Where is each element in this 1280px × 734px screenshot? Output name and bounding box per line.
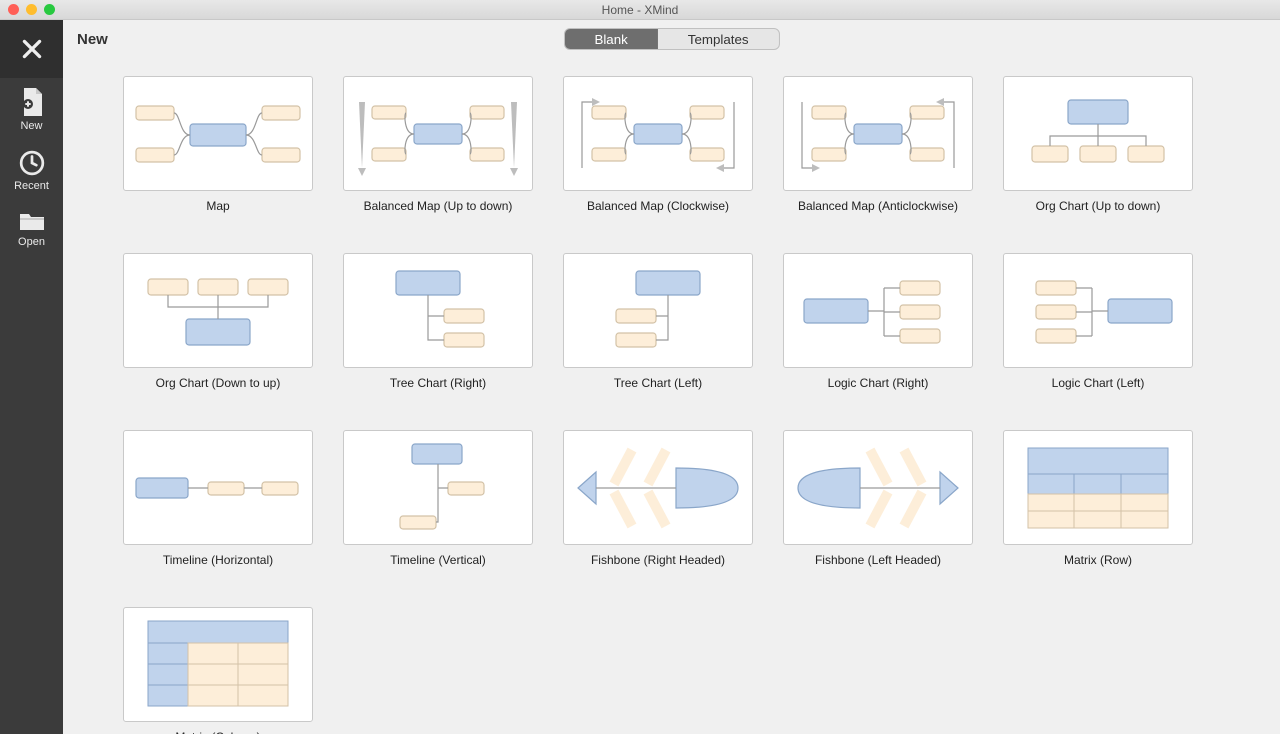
template-thumb [1003, 430, 1193, 545]
template-fish-left[interactable]: Fishbone (Left Headed) [783, 430, 973, 567]
template-thumb [783, 253, 973, 368]
template-thumb [343, 430, 533, 545]
template-matrix-col[interactable]: Matrix (Column) [123, 607, 313, 734]
template-label: Fishbone (Right Headed) [563, 553, 753, 567]
template-tree-right[interactable]: Tree Chart (Right) [343, 253, 533, 390]
template-balanced-ud[interactable]: Balanced Map (Up to down) [343, 76, 533, 213]
sidebar-item-label: Open [18, 236, 45, 248]
titlebar: Home - XMind [0, 0, 1280, 20]
template-label: Matrix (Row) [1003, 553, 1193, 567]
template-label: Balanced Map (Anticlockwise) [783, 199, 973, 213]
sidebar-item-open[interactable]: Open [0, 200, 63, 256]
template-thumb [123, 76, 313, 191]
window-title: Home - XMind [0, 3, 1280, 17]
template-tree-left[interactable]: Tree Chart (Left) [563, 253, 753, 390]
close-button[interactable] [0, 20, 63, 78]
sidebar: New Recent Open [0, 20, 63, 734]
template-thumb [1003, 76, 1193, 191]
template-label: Logic Chart (Left) [1003, 376, 1193, 390]
template-thumb [783, 76, 973, 191]
template-thumb [343, 76, 533, 191]
new-file-icon [19, 88, 45, 116]
template-gallery-scroll[interactable]: Map [63, 58, 1280, 734]
template-balanced-cw[interactable]: Balanced Map (Clockwise) [563, 76, 753, 213]
view-switcher: Blank Templates [563, 28, 779, 50]
template-timeline-h[interactable]: Timeline (Horizontal) [123, 430, 313, 567]
sidebar-item-label: New [20, 120, 42, 132]
template-label: Matrix (Column) [123, 730, 313, 734]
template-label: Fishbone (Left Headed) [783, 553, 973, 567]
template-label: Map [123, 199, 313, 213]
template-thumb [1003, 253, 1193, 368]
template-thumb [563, 430, 753, 545]
sidebar-item-label: Recent [14, 180, 49, 192]
template-map[interactable]: Map [123, 76, 313, 213]
template-label: Logic Chart (Right) [783, 376, 973, 390]
sidebar-item-new[interactable]: New [0, 78, 63, 140]
template-label: Org Chart (Down to up) [123, 376, 313, 390]
template-thumb [783, 430, 973, 545]
template-balanced-acw[interactable]: Balanced Map (Anticlockwise) [783, 76, 973, 213]
template-org-ud[interactable]: Org Chart (Up to down) [1003, 76, 1193, 213]
template-logic-left[interactable]: Logic Chart (Left) [1003, 253, 1193, 390]
clock-icon [19, 150, 45, 176]
sidebar-item-recent[interactable]: Recent [0, 140, 63, 200]
template-matrix-row[interactable]: Matrix (Row) [1003, 430, 1193, 567]
template-label: Timeline (Horizontal) [123, 553, 313, 567]
topbar: New Blank Templates [63, 20, 1280, 58]
tab-blank[interactable]: Blank [564, 29, 657, 49]
template-timeline-v[interactable]: Timeline (Vertical) [343, 430, 533, 567]
page-heading: New [77, 31, 108, 48]
template-thumb [123, 430, 313, 545]
template-label: Timeline (Vertical) [343, 553, 533, 567]
template-thumb [123, 607, 313, 722]
content-area: New Blank Templates [63, 20, 1280, 734]
template-label: Org Chart (Up to down) [1003, 199, 1193, 213]
template-label: Tree Chart (Right) [343, 376, 533, 390]
template-fish-right[interactable]: Fishbone (Right Headed) [563, 430, 753, 567]
template-label: Tree Chart (Left) [563, 376, 753, 390]
template-org-du[interactable]: Org Chart (Down to up) [123, 253, 313, 390]
template-label: Balanced Map (Clockwise) [563, 199, 753, 213]
template-thumb [123, 253, 313, 368]
template-thumb [343, 253, 533, 368]
folder-icon [19, 210, 45, 232]
tab-templates[interactable]: Templates [658, 29, 779, 49]
template-gallery: Map [123, 76, 1220, 734]
close-icon [19, 36, 45, 62]
template-logic-right[interactable]: Logic Chart (Right) [783, 253, 973, 390]
template-label: Balanced Map (Up to down) [343, 199, 533, 213]
template-thumb [563, 253, 753, 368]
template-thumb [563, 76, 753, 191]
